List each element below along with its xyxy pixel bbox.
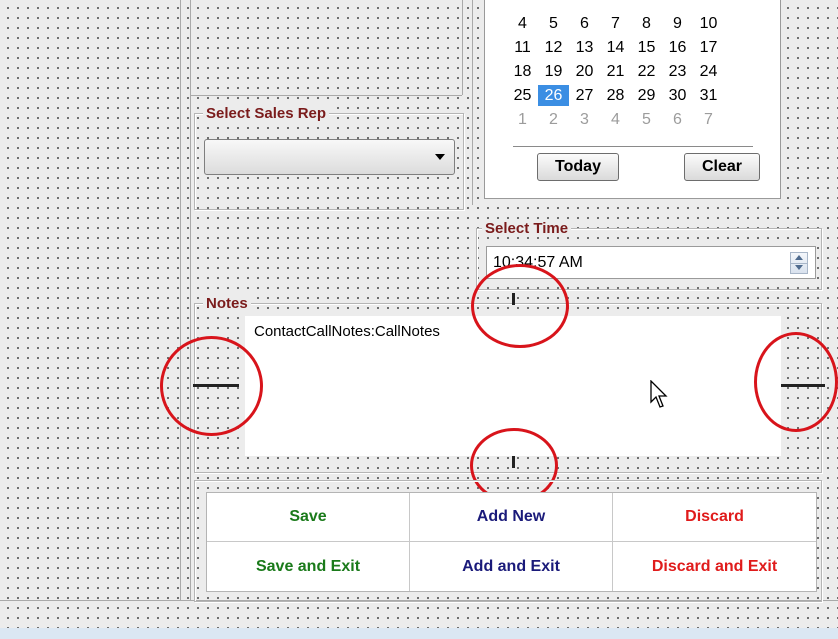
left-panel-border [180,0,181,600]
calendar-day[interactable]: 6 [569,13,600,34]
calendar-day[interactable]: 11 [507,37,538,58]
sales-rep-title: Select Sales Rep [203,106,330,122]
calendar-day[interactable]: 25 [507,85,538,106]
calendar-day[interactable]: 31 [693,85,724,106]
calendar-day[interactable]: 10 [693,13,724,34]
mouse-cursor-icon [650,379,670,415]
clear-button[interactable]: Clear [684,153,760,181]
calendar-day[interactable]: 21 [600,61,631,82]
top-section-divider [462,0,463,95]
add-and-exit-button[interactable]: Add and Exit [410,542,613,591]
calendar-week-row: 4 5 6 7 8 9 10 [507,13,757,34]
sales-rep-combobox[interactable] [204,139,455,175]
calendar-day[interactable]: 12 [538,37,569,58]
calendar-day[interactable]: 29 [631,85,662,106]
notes-title: Notes [203,296,251,312]
calendar-day[interactable]: 9 [662,13,693,34]
calendar-day[interactable]: 19 [538,61,569,82]
calendar-day[interactable]: 5 [538,13,569,34]
discard-button[interactable]: Discard [613,493,816,542]
calendar-next-month-row: 1234567 [507,109,757,130]
annotation-circle-top [471,264,569,348]
calendar-day[interactable]: 4 [507,13,538,34]
calendar-day[interactable]: 3 [569,109,600,130]
calendar-day[interactable]: 15 [631,37,662,58]
calendar-day[interactable]: 7 [693,109,724,130]
calendar-day[interactable]: 18 [507,61,538,82]
calendar-day[interactable]: 5 [631,109,662,130]
annotation-circle-left [160,336,263,436]
calendar-week-row: 25 26 27 28 29 30 31 [507,85,757,106]
calendar-day[interactable]: 26 [538,85,569,106]
calendar-day[interactable]: 7 [600,13,631,34]
calendar-day[interactable]: 14 [600,37,631,58]
left-panel-border-inner [190,0,191,600]
calendar-day[interactable]: 17 [693,37,724,58]
calendar-week-row: 11 12 13 14 15 16 17 [507,37,757,58]
spin-up-icon[interactable] [795,255,803,260]
calendar-day[interactable]: 8 [631,13,662,34]
top-section-bottom [190,95,462,96]
calendar-day[interactable]: 13 [569,37,600,58]
spinner-icon[interactable] [790,252,808,274]
bottom-bar [0,628,838,639]
right-section-divider [472,0,473,205]
chevron-down-icon[interactable] [435,154,445,160]
calendar-week-row: 18 19 20 21 22 23 24 [507,61,757,82]
calendar-day[interactable]: 27 [569,85,600,106]
add-new-button[interactable]: Add New [410,493,613,542]
save-button[interactable]: Save [207,493,410,542]
calendar[interactable]: 4 5 6 7 8 9 10 11 12 13 14 15 16 17 18 19 20 21 22 23 24 2… [484,0,781,199]
calendar-day[interactable]: 1 [507,109,538,130]
annotation-circle-right [754,332,838,432]
notes-binding-text: ContactCallNotes:CallNotes [254,323,440,340]
calendar-day[interactable]: 20 [569,61,600,82]
calendar-separator [513,146,753,147]
calendar-day[interactable]: 6 [662,109,693,130]
today-button[interactable]: Today [537,153,619,181]
calendar-day[interactable]: 23 [662,61,693,82]
calendar-day[interactable]: 30 [662,85,693,106]
calendar-partial-row [507,0,757,4]
spin-down-icon[interactable] [795,265,803,270]
discard-and-exit-button[interactable]: Discard and Exit [613,542,816,591]
calendar-day[interactable]: 22 [631,61,662,82]
save-and-exit-button[interactable]: Save and Exit [207,542,410,591]
calendar-day[interactable]: 24 [693,61,724,82]
calendar-day[interactable]: 28 [600,85,631,106]
calendar-day[interactable]: 16 [662,37,693,58]
time-title: Select Time [482,221,572,237]
actions-grid: Save Add New Discard Save and Exit Add a… [206,492,817,592]
calendar-day[interactable]: 4 [600,109,631,130]
calendar-day[interactable]: 2 [538,109,569,130]
